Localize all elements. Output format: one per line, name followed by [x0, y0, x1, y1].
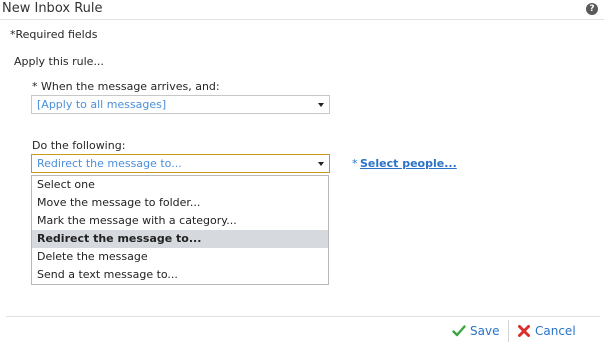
- window-title-bar: New Inbox Rule ?: [0, 0, 604, 20]
- dropdown-option-selected[interactable]: Redirect the message to...: [32, 230, 328, 248]
- save-label: Save: [470, 324, 500, 338]
- action-select-value: Redirect the message to...: [37, 157, 182, 170]
- condition-label: * When the message arrives, and:: [32, 80, 220, 93]
- action-label: Do the following:: [32, 139, 126, 152]
- apply-rule-heading: Apply this rule...: [14, 55, 104, 68]
- condition-select[interactable]: [Apply to all messages]: [31, 95, 330, 114]
- window-title: New Inbox Rule: [2, 1, 103, 16]
- help-icon[interactable]: ?: [586, 3, 598, 15]
- dropdown-option[interactable]: Delete the message: [32, 248, 328, 266]
- chevron-down-icon: [318, 103, 324, 107]
- action-dropdown-list: Select one Move the message to folder...…: [31, 175, 329, 285]
- dropdown-option[interactable]: Move the message to folder...: [32, 194, 328, 212]
- button-separator: [508, 320, 509, 342]
- action-select[interactable]: Redirect the message to...: [31, 154, 330, 173]
- dropdown-option[interactable]: Select one: [32, 176, 328, 194]
- chevron-down-icon: [318, 162, 324, 166]
- check-icon: [452, 324, 466, 338]
- cancel-label: Cancel: [535, 324, 576, 338]
- footer-divider: [6, 316, 600, 317]
- required-fields-note: *Required fields: [10, 28, 98, 41]
- dropdown-option[interactable]: Mark the message with a category...: [32, 212, 328, 230]
- required-marker: *: [352, 157, 358, 170]
- save-button[interactable]: Save: [452, 322, 499, 340]
- x-icon: [517, 324, 531, 338]
- select-people-link[interactable]: Select people...: [360, 157, 457, 170]
- condition-select-value: [Apply to all messages]: [37, 98, 167, 111]
- dropdown-option[interactable]: Send a text message to...: [32, 266, 328, 284]
- cancel-button[interactable]: Cancel: [517, 322, 576, 340]
